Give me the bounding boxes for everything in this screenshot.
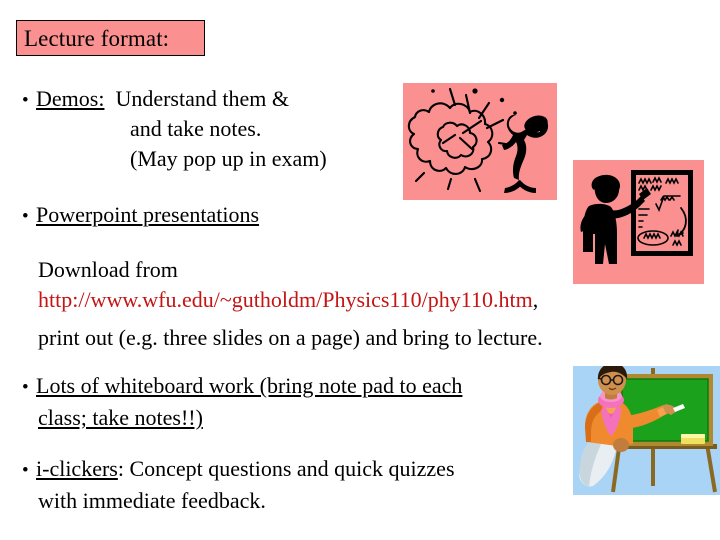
download-url-line: http://www.wfu.edu/~gutholdm/Physics110/…	[38, 288, 538, 311]
bullet-powerpoint: • Powerpoint presentations	[22, 203, 259, 227]
bullet-whiteboard: • Lots of whiteboard work (bring note pad…	[22, 374, 462, 398]
presenter-whiteboard-illustration-icon	[573, 160, 704, 284]
course-website-link[interactable]: http://www.wfu.edu/~gutholdm/Physics110/…	[38, 287, 533, 312]
whiteboard-line2-text: class; take notes!!)	[38, 405, 203, 430]
demo-explosion-clipart	[403, 83, 557, 200]
bullet-marker-icon: •	[22, 460, 29, 481]
print-out-instruction: print out (e.g. three slides on a page) …	[38, 325, 543, 350]
explosion-illustration-icon	[403, 83, 557, 200]
iclickers-label: i-clickers	[36, 456, 118, 481]
iclickers-line2: with immediate feedback.	[38, 488, 266, 513]
url-trailing-comma: ,	[532, 287, 539, 312]
bullet-iclickers: • i-clickers: Concept questions and quick…	[22, 457, 455, 481]
bullet-demos: • Demos: Understand them &	[22, 87, 289, 111]
demos-label: Demos:	[36, 86, 105, 111]
iclickers-line1-rest: : Concept questions and quick quizzes	[117, 456, 455, 481]
demos-line1-text	[104, 86, 115, 111]
demos-line3: (May pop up in exam)	[130, 146, 327, 171]
download-from-text: Download from	[38, 257, 178, 282]
demos-line1-rest: Understand them &	[115, 86, 289, 111]
whiteboard-label-line1: Lots of whiteboard work (bring note pad …	[36, 373, 463, 398]
bullet-marker-icon: •	[22, 377, 29, 398]
teacher-at-chalkboard-clipart	[573, 366, 720, 495]
whiteboard-label-line2: class; take notes!!)	[38, 406, 203, 429]
teacher-chalkboard-illustration-icon	[573, 366, 720, 495]
powerpoint-label: Powerpoint presentations	[36, 202, 260, 227]
demos-line2: and take notes.	[130, 116, 262, 141]
bullet-marker-icon: •	[22, 206, 29, 227]
bullet-marker-icon: •	[22, 90, 29, 111]
lecturer-at-whiteboard-clipart	[573, 160, 704, 284]
